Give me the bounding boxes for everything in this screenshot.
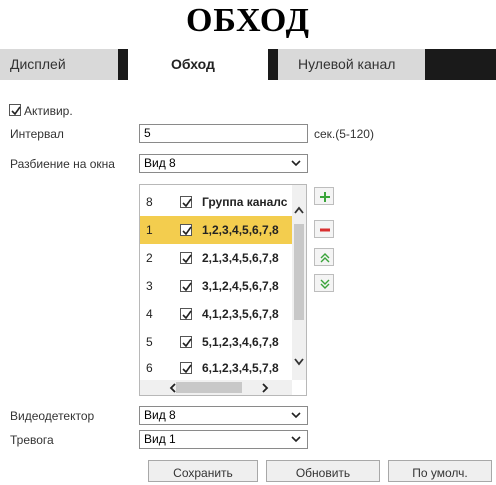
enable-checkbox[interactable] [9,104,21,116]
checkmark-icon [182,226,192,236]
scroll-right-icon[interactable] [260,382,270,394]
row-number: 5 [146,335,153,349]
checkmark-icon [182,282,192,292]
save-button[interactable]: Сохранить [148,460,258,482]
select-all-checkbox[interactable] [180,196,192,208]
row-checkbox[interactable] [180,252,192,264]
row-number: 4 [146,307,153,321]
move-down-icon [320,279,330,289]
horizontal-scroll-thumb[interactable] [176,382,242,393]
tab-zero-channel[interactable]: Нулевой канал [278,49,425,80]
list-item[interactable]: 2 2,1,3,4,5,6,7,8 [140,244,292,272]
alarm-select[interactable]: Вид 1 [139,430,308,449]
row-channels: 4,1,2,3,5,6,7,8 [202,307,279,321]
scroll-up-icon[interactable] [293,205,305,215]
checkmark-icon [182,310,192,320]
interval-input[interactable]: 5 [139,124,308,143]
checkmark-icon [182,364,192,374]
add-group-button[interactable] [314,187,334,205]
checkmark-icon [11,106,21,116]
list-item[interactable]: 3 3,1,2,4,5,6,7,8 [140,272,292,300]
split-label: Разбиение на окна [10,157,115,171]
interval-hint: сек.(5-120) [314,127,374,141]
move-up-icon [320,253,330,263]
row-channels: 2,1,3,4,5,6,7,8 [202,251,279,265]
row-number: 3 [146,279,153,293]
row-channels: 5,1,2,3,4,6,7,8 [202,335,279,349]
checkmark-icon [182,338,192,348]
row-number: 6 [146,361,153,375]
split-select-value: Вид 8 [144,156,176,170]
row-checkbox[interactable] [180,224,192,236]
list-header-num: 8 [146,195,153,209]
row-checkbox[interactable] [180,308,192,320]
row-channels: 6,1,2,3,4,5,7,8 [202,361,279,375]
tab-separator [268,49,278,80]
row-number: 2 [146,251,153,265]
remove-group-button[interactable] [314,220,334,238]
row-channels: 1,2,3,4,5,6,7,8 [202,223,279,237]
row-number: 1 [146,223,153,237]
add-icon [320,192,330,202]
list-item[interactable]: 4 4,1,2,3,5,6,7,8 [140,300,292,328]
default-button[interactable]: По умолч. [388,460,492,482]
refresh-button[interactable]: Обновить [266,460,380,482]
checkmark-icon [182,198,192,208]
scroll-down-icon[interactable] [293,357,305,367]
page-title: ОБХОД [185,2,311,39]
interval-label: Интервал [10,127,64,141]
split-select[interactable]: Вид 8 [139,154,308,173]
move-down-button[interactable] [314,274,334,292]
alarm-label: Тревога [10,433,54,447]
row-checkbox[interactable] [180,362,192,374]
remove-icon [320,228,330,232]
tab-tour[interactable]: Обход [128,49,268,80]
row-checkbox[interactable] [180,336,192,348]
list-item[interactable]: 6 6,1,2,3,4,5,7,8 [140,354,292,382]
enable-label: Активир. [24,104,73,118]
row-channels: 3,1,2,4,5,6,7,8 [202,279,279,293]
vertical-scroll-thumb[interactable] [294,224,304,320]
list-header-text: Группа каналс [202,195,288,209]
tab-bar-filler [425,49,496,80]
list-item[interactable]: 5 5,1,2,3,4,6,7,8 [140,328,292,356]
chevron-down-icon [291,436,301,443]
list-item[interactable]: 1 1,2,3,4,5,6,7,8 [140,216,292,244]
alarm-select-value: Вид 1 [144,432,176,446]
motion-label: Видеодетектор [10,409,95,423]
tab-display[interactable]: Дисплей [0,49,118,80]
motion-select-value: Вид 8 [144,408,176,422]
row-checkbox[interactable] [180,280,192,292]
move-up-button[interactable] [314,248,334,266]
chevron-down-icon [291,160,301,167]
chevron-down-icon [291,412,301,419]
tab-separator [118,49,128,80]
motion-select[interactable]: Вид 8 [139,406,308,425]
list-header-row: 8 Группа каналс [140,188,292,216]
checkmark-icon [182,254,192,264]
